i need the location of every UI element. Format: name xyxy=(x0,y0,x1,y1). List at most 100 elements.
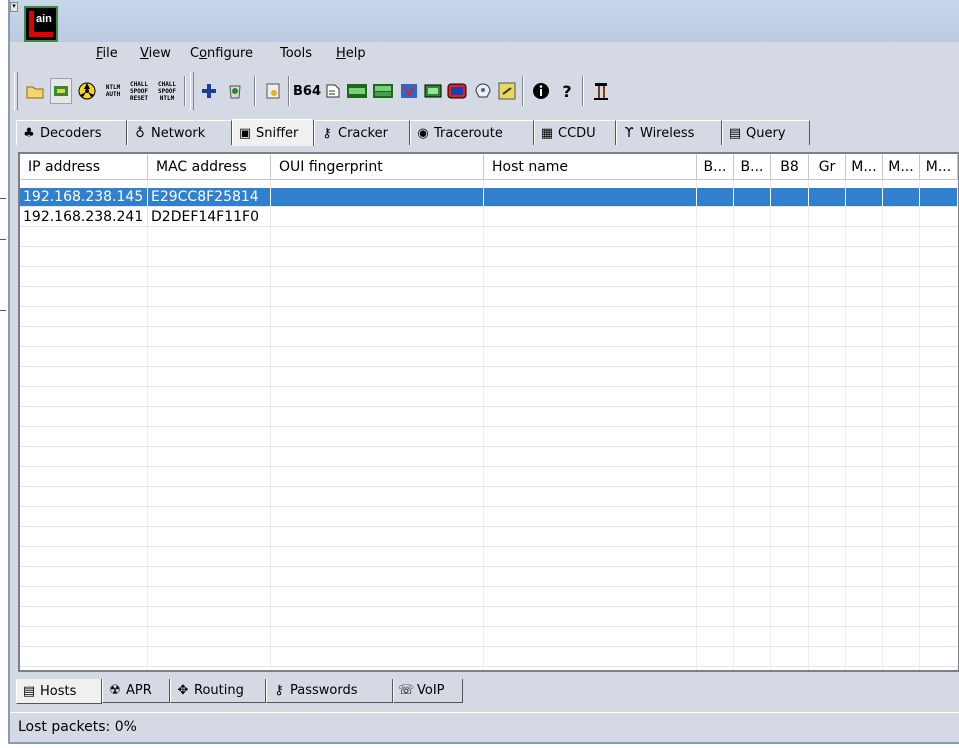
base64-icon[interactable]: B64 xyxy=(293,78,321,104)
voip-icon: ☏ xyxy=(398,683,415,698)
cain-logo: ain xyxy=(24,6,58,42)
empty-row xyxy=(20,568,958,587)
decoders-icon: ♣ xyxy=(23,125,35,141)
empty-row xyxy=(20,288,958,307)
column-b8[interactable]: B8 xyxy=(771,154,809,180)
tab-voip[interactable]: ☏ VoIP xyxy=(393,679,463,703)
table-row[interactable]: 192.168.238.241 D2DEF14F11F0 xyxy=(20,208,958,227)
empty-row xyxy=(20,408,958,427)
pwl-icon[interactable] xyxy=(422,78,444,104)
menu-view[interactable]: View xyxy=(140,46,171,61)
hash-calculator-icon[interactable] xyxy=(322,78,344,104)
menu-bar: File View Configure Tools Help xyxy=(10,42,959,66)
sniffer-icon: ▣ xyxy=(238,125,252,141)
cain-window: ▾ ain File View Configure Tools Help NTL… xyxy=(8,0,959,744)
empty-row xyxy=(20,388,958,407)
empty-row xyxy=(20,668,958,670)
column-mac-address[interactable]: MAC address xyxy=(148,154,271,180)
chall-spoof-reset-icon[interactable]: CHALL SPOOF RESET xyxy=(128,78,150,104)
edge-mark xyxy=(0,239,6,240)
tab-apr[interactable]: ☢ APR xyxy=(102,679,170,703)
certificate-icon[interactable] xyxy=(262,78,284,104)
ccdu-icon: ▦ xyxy=(540,125,554,141)
hosts-list[interactable]: IP address MAC address OUI fingerprint H… xyxy=(18,152,959,672)
column-m3[interactable]: M... xyxy=(920,154,958,180)
start-sniffer-icon[interactable] xyxy=(50,78,72,104)
tab-query[interactable]: ▤ Query xyxy=(722,120,810,145)
tab-network[interactable]: ♁ Network xyxy=(127,120,232,145)
remove-icon[interactable] xyxy=(224,78,246,104)
add-icon[interactable] xyxy=(198,78,220,104)
empty-row xyxy=(20,508,958,527)
empty-row xyxy=(20,528,958,547)
empty-row xyxy=(20,468,958,487)
apr-icon: ☢ xyxy=(109,683,121,698)
tab-wireless[interactable]: ϒ Wireless xyxy=(616,120,722,145)
tab-ccdu[interactable]: ▦ CCDU xyxy=(534,120,616,145)
menu-tools[interactable]: Tools xyxy=(280,46,312,61)
vnc-decoder-icon[interactable] xyxy=(398,78,420,104)
empty-row xyxy=(20,628,958,647)
empty-row xyxy=(20,548,958,567)
help-icon[interactable]: ? xyxy=(556,78,578,104)
empty-row xyxy=(20,268,958,287)
menu-help[interactable]: Help xyxy=(336,46,366,61)
column-m1[interactable]: M... xyxy=(846,154,883,180)
table-row[interactable]: 192.168.238.145 E29CC8F25814 xyxy=(20,188,958,207)
column-b2[interactable]: B... xyxy=(734,154,771,180)
column-oui-fingerprint[interactable]: OUI fingerprint xyxy=(271,154,484,180)
toolbar-separator xyxy=(184,76,186,106)
about-icon[interactable] xyxy=(590,78,612,104)
cell-ip: 192.168.238.145 xyxy=(20,188,148,207)
column-m2[interactable]: M... xyxy=(883,154,920,180)
tab-cracker[interactable]: ⚷ Cracker xyxy=(314,120,410,145)
info-icon[interactable] xyxy=(530,78,552,104)
column-gr[interactable]: Gr xyxy=(809,154,846,180)
ntlm-auth-icon[interactable]: NTLM AUTH xyxy=(102,78,124,104)
column-ip-address[interactable]: IP address xyxy=(20,154,148,180)
tab-sniffer[interactable]: ▣ Sniffer xyxy=(232,119,314,146)
tab-hosts[interactable]: ▤ Hosts xyxy=(16,679,102,704)
passwords-icon: ⚷ xyxy=(274,683,284,698)
traceroute-icon: ◉ xyxy=(417,125,429,141)
empty-row xyxy=(20,588,958,607)
tab-routing[interactable]: ✥ Routing xyxy=(170,679,266,703)
menu-file[interactable]: File xyxy=(96,46,118,61)
access-db-icon[interactable] xyxy=(446,78,468,104)
vpn-decoder-icon[interactable] xyxy=(372,78,394,104)
edge-mark xyxy=(0,198,6,199)
column-b1[interactable]: B... xyxy=(697,154,734,180)
tab-decoders[interactable]: ♣ Decoders xyxy=(16,120,127,145)
menu-configure[interactable]: Configure xyxy=(190,46,253,61)
open-folder-icon[interactable] xyxy=(24,78,46,104)
empty-row xyxy=(20,368,958,387)
chall-spoof-ntlm-icon[interactable]: CHALL SPOOF NTLM xyxy=(156,78,178,104)
tab-passwords[interactable]: ⚷ Passwords xyxy=(266,679,393,703)
cell-oui xyxy=(271,188,484,207)
cisco-type7-icon[interactable] xyxy=(346,78,368,104)
cell-host xyxy=(484,188,697,207)
empty-row xyxy=(20,228,958,247)
routing-icon: ✥ xyxy=(177,683,189,698)
system-menu-icon[interactable]: ▾ xyxy=(10,2,18,12)
empty-row xyxy=(20,608,958,627)
network-icon: ♁ xyxy=(135,125,145,141)
cell-mac: E29CC8F25814 xyxy=(148,188,271,207)
box-revealer-icon[interactable] xyxy=(472,78,494,104)
column-host-name[interactable]: Host name xyxy=(484,154,697,180)
lost-packets-status: Lost packets: 0% xyxy=(18,719,137,735)
toolbar-grip[interactable] xyxy=(14,72,18,110)
edge-mark xyxy=(0,310,6,311)
lsa-secrets-icon[interactable] xyxy=(496,78,518,104)
empty-row xyxy=(20,648,958,667)
hosts-icon: ▤ xyxy=(22,683,36,699)
empty-row xyxy=(20,448,958,467)
empty-row xyxy=(20,428,958,447)
cell-ip: 192.168.238.241 xyxy=(20,208,148,227)
cracker-icon: ⚷ xyxy=(322,125,332,141)
tab-traceroute[interactable]: ◉ Traceroute xyxy=(410,120,534,145)
toolbar-separator xyxy=(522,76,524,106)
cell-mac: D2DEF14F11F0 xyxy=(148,208,271,227)
apr-poison-icon[interactable] xyxy=(76,78,98,104)
toolbar-grip[interactable] xyxy=(190,72,194,110)
